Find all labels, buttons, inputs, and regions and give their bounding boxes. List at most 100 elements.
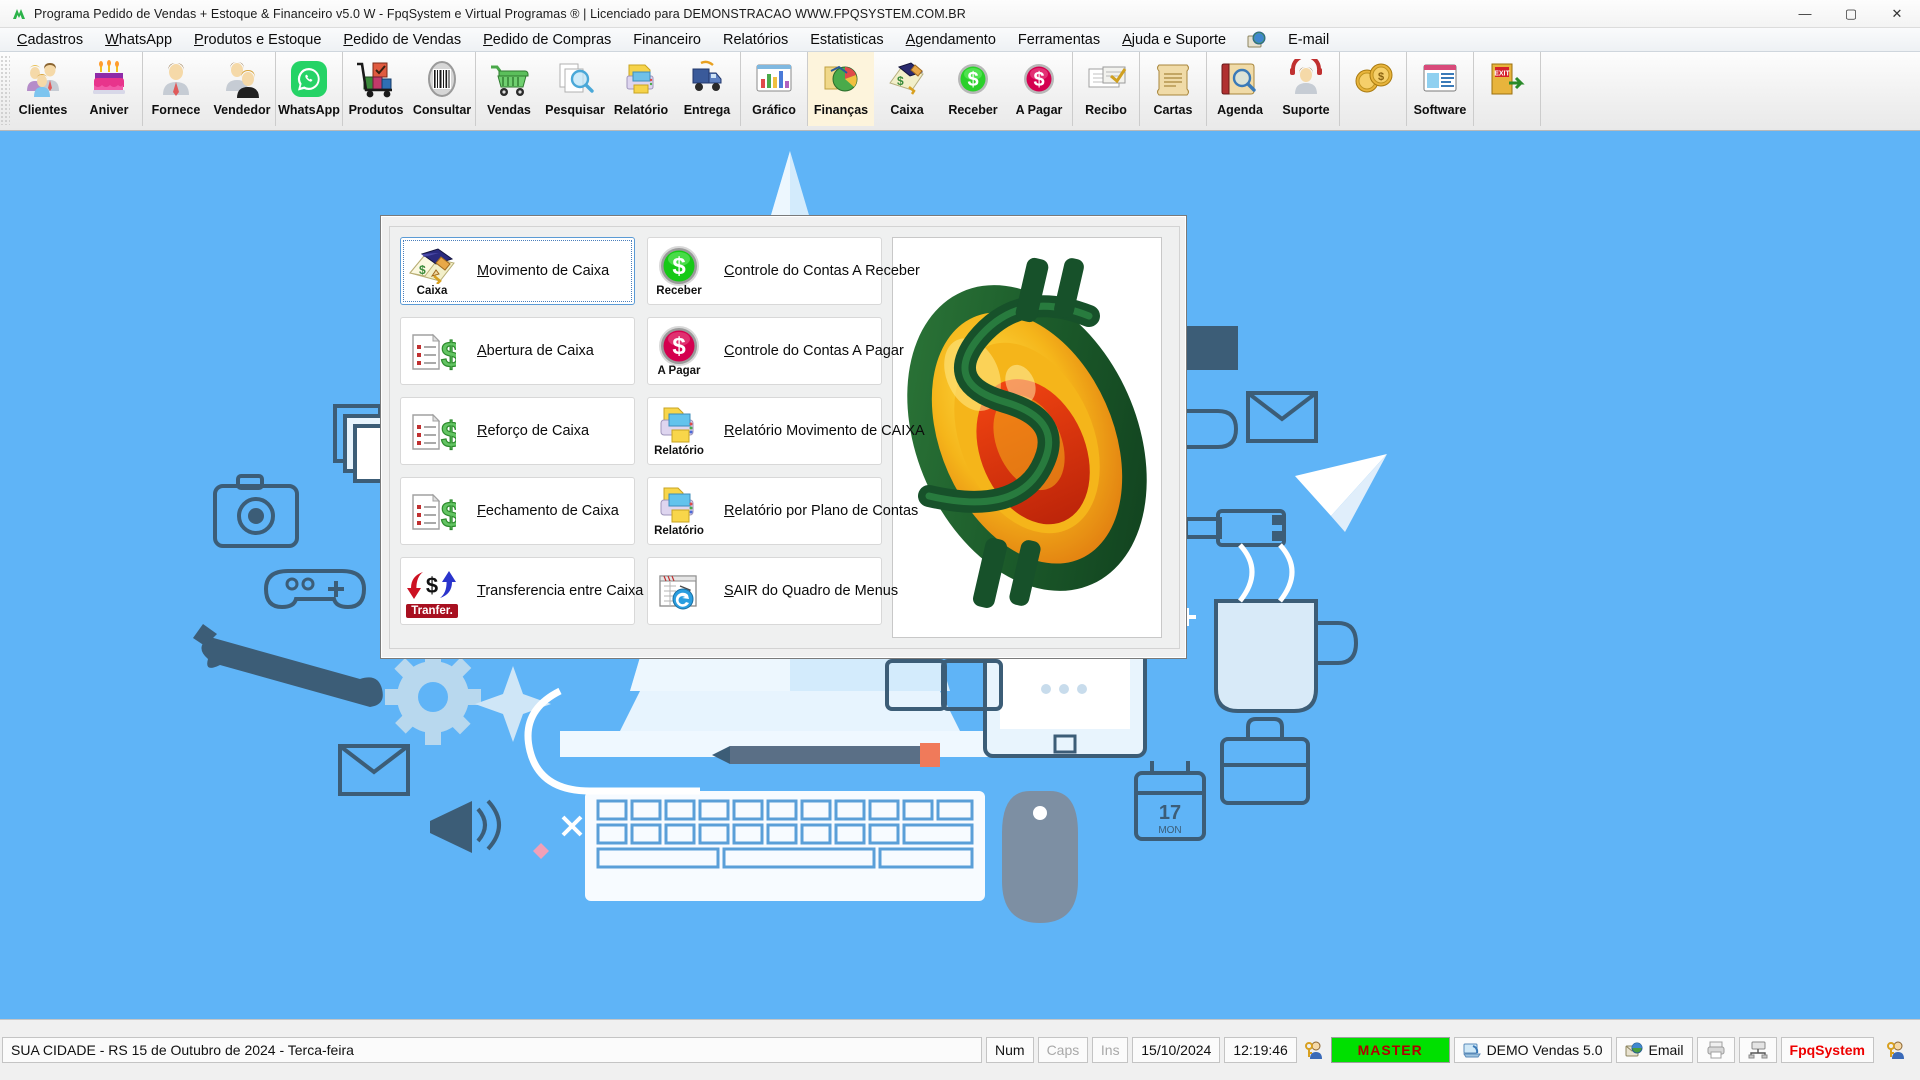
svg-text:17: 17 (1159, 802, 1181, 824)
pay-money-icon: $ (1019, 57, 1059, 101)
toolbar-button-financas[interactable]: Finanças (808, 52, 874, 126)
dollar-sign-sphere-graphic (907, 257, 1147, 608)
svg-text:$: $ (967, 69, 978, 91)
toolbar-label: Vendas (487, 103, 531, 117)
globe-icon[interactable] (1237, 31, 1277, 49)
email-globe-icon (1625, 1042, 1643, 1058)
button-label: Fechamento de Caixa (477, 503, 619, 519)
toolbar-button-cartas[interactable]: Cartas (1140, 52, 1206, 126)
toolbar-button-grafico[interactable]: Gráfico (741, 52, 807, 126)
menu-item-estatisticas[interactable]: Estatisticas (799, 30, 894, 50)
button-label: SAIR do Quadro de Menus (724, 583, 899, 599)
shopping-cart-icon (487, 57, 531, 101)
menu-item-agendamento[interactable]: Agendamento (895, 30, 1007, 50)
app-logo-icon (8, 6, 30, 22)
toolbar-button-moeda[interactable]: $ (1340, 52, 1406, 126)
button-fechamento-de-caixa[interactable]: $ Fechamento de Caixa (400, 477, 635, 545)
title-bar: Programa Pedido de Vendas + Estoque & Fi… (0, 0, 1920, 28)
toolbar-button-vendas[interactable]: Vendas (476, 52, 542, 126)
toolbar-label: Receber (948, 103, 998, 117)
toolbar-button-pesquisar[interactable]: Pesquisar (542, 52, 608, 126)
window-title: Programa Pedido de Vendas + Estoque & Fi… (34, 6, 966, 21)
report-printer-icon (621, 57, 661, 101)
menu-item-email[interactable]: E-mail (1277, 30, 1340, 50)
toolbar-button-whatsapp[interactable]: WhatsApp (276, 52, 342, 126)
button-label: Transferencia entre Caixa (477, 583, 644, 599)
button-transferencia-entre-caixa[interactable]: $ Tranfer. Transferencia entre Caixa (400, 557, 643, 625)
toolbar-button-receber[interactable]: $ Receber (940, 52, 1006, 126)
receive-money-icon: $ Receber (648, 238, 710, 304)
toolbar-button-produtos[interactable]: Produtos (343, 52, 409, 126)
dialog-left-column: $ Caixa Movimento de Caixa $ Abertura de… (400, 237, 643, 640)
menu-dialog: $ Caixa Movimento de Caixa $ Abertura de… (380, 215, 1187, 659)
toolbar-button-vendedor[interactable]: Vendedor (209, 52, 275, 126)
toolbar-label: Relatório (613, 103, 669, 117)
receive-money-icon: $ (953, 57, 993, 101)
printer-icon[interactable] (1696, 1037, 1735, 1063)
button-sair-quadro-menus[interactable]: SAIR do Quadro de Menus (647, 557, 898, 625)
button-label: Relatório Movimento de CAIXA (724, 423, 925, 439)
user-key-icon[interactable] (1878, 1037, 1914, 1063)
toolbar-button-aniver[interactable]: Aniver (76, 52, 142, 126)
toolbar-label: Vendedor (213, 103, 271, 117)
status-caps[interactable]: Caps (1037, 1037, 1089, 1063)
toolbar-button-software[interactable]: Software (1407, 52, 1473, 126)
button-movimento-de-caixa[interactable]: $ Caixa Movimento de Caixa (400, 237, 635, 305)
menu-item-ajuda-suporte[interactable]: Ajuda e Suporte (1111, 30, 1237, 50)
toolbar-button-recibo[interactable]: Recibo (1073, 52, 1139, 126)
maximize-button[interactable]: ▢ (1828, 0, 1874, 28)
cash-book-icon: $ Caixa (401, 238, 463, 304)
status-brand: FpqSystem (1780, 1037, 1874, 1063)
toolbar-button-fornece[interactable]: Fornece (143, 52, 209, 126)
menu-item-produtos-estoque[interactable]: Produtos e Estoque (183, 30, 332, 50)
status-num[interactable]: Num (986, 1037, 1034, 1063)
toolbar-button-consultar[interactable]: Consultar (409, 52, 475, 126)
toolbar-grip[interactable] (0, 55, 10, 125)
menu-item-cadastros[interactable]: Cadastros (6, 30, 94, 50)
toolbar-button-sair[interactable]: EXIT (1474, 52, 1540, 126)
menu-item-financeiro[interactable]: Financeiro (622, 30, 712, 50)
minimize-button[interactable]: — (1782, 0, 1828, 28)
status-version[interactable]: DEMO Vendas 5.0 (1453, 1037, 1612, 1063)
menu-item-relatorios[interactable]: Relatórios (712, 30, 799, 50)
toolbar-group-agenda: Agenda Suporte (1207, 52, 1340, 126)
toolbar-group-pessoas: Fornece Vendedor (143, 52, 276, 126)
button-contas-a-pagar[interactable]: $ A Pagar Controle do Contas A Pagar (647, 317, 904, 385)
toolbar-button-clientes[interactable]: Clientes (10, 52, 76, 126)
status-ins[interactable]: Ins (1092, 1037, 1129, 1063)
svg-text:$: $ (426, 573, 438, 598)
cash-book-icon: $ (887, 57, 927, 101)
button-abertura-de-caixa[interactable]: $ Abertura de Caixa (400, 317, 635, 385)
toolbar-label: Aniver (89, 103, 129, 117)
toolbar-button-suporte[interactable]: Suporte (1273, 52, 1339, 126)
menu-item-whatsapp[interactable]: WhatsApp (94, 30, 183, 50)
toolbar-button-entrega[interactable]: Entrega (674, 52, 740, 126)
button-relatorio-plano-de-contas[interactable]: Relatório Relatório por Plano de Contas (647, 477, 918, 545)
toolbar-button-apagar[interactable]: $ A Pagar (1006, 52, 1072, 126)
products-cart-icon (355, 57, 397, 101)
letters-scroll-icon (1153, 57, 1193, 101)
software-window-icon (1420, 57, 1460, 101)
toolbar-group-cadastros: Clientes Aniver (10, 52, 143, 126)
button-icon-sublabel: A Pagar (657, 364, 701, 377)
menu-item-pedido-vendas[interactable]: Pedido de Vendas (332, 30, 472, 50)
close-button[interactable]: ✕ (1874, 0, 1920, 28)
toolbar-group-recibo: Recibo (1073, 52, 1140, 126)
toolbar-button-caixa[interactable]: $ Caixa (874, 52, 940, 126)
menu-item-ferramentas[interactable]: Ferramentas (1007, 30, 1111, 50)
toolbar-group-financeiro: Finanças $ Caixa $ Receber $ A Pagar (808, 52, 1073, 126)
network-icon[interactable] (1738, 1037, 1777, 1063)
user-key-icon (1301, 1037, 1327, 1063)
application-window: Programa Pedido de Vendas + Estoque & Fi… (0, 0, 1920, 1080)
toolbar-button-relatorio[interactable]: Relatório (608, 52, 674, 126)
button-reforco-de-caixa[interactable]: $ Reforço de Caixa (400, 397, 635, 465)
menu-item-pedido-compras[interactable]: Pedido de Compras (472, 30, 622, 50)
svg-text:$: $ (1033, 69, 1044, 91)
button-relatorio-movimento-caixa[interactable]: Relatório Relatório Movimento de CAIXA (647, 397, 925, 465)
dialog-artwork (892, 237, 1162, 638)
close-cash-icon: $ (401, 478, 463, 544)
status-email[interactable]: Email (1615, 1037, 1693, 1063)
toolbar-button-agenda[interactable]: Agenda (1207, 52, 1273, 126)
svg-text:EXIT: EXIT (1494, 71, 1510, 78)
button-contas-a-receber[interactable]: $ Receber Controle do Contas A Receber (647, 237, 920, 305)
